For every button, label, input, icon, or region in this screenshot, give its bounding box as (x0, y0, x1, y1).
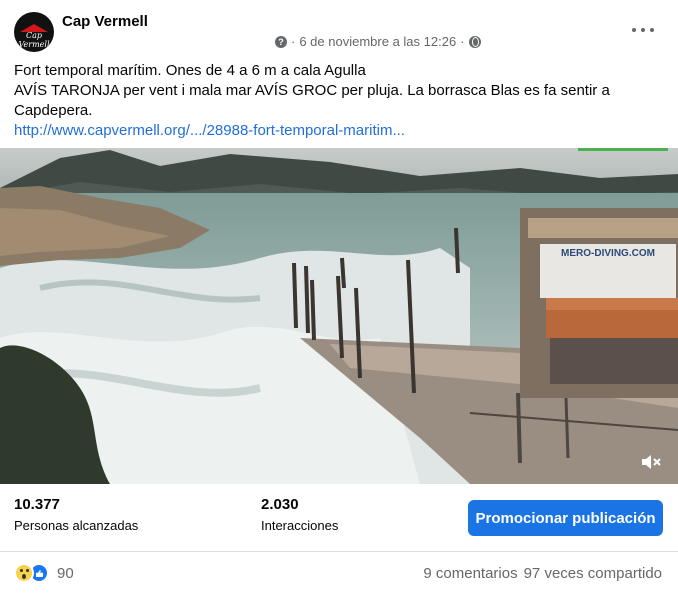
mute-icon[interactable] (640, 452, 664, 472)
reaction-count: 90 (57, 564, 74, 582)
engagement-counts: 9 comentarios 97 veces compartido (423, 565, 662, 582)
dive-shop-sign: MERO-DIVING.COM (561, 248, 655, 259)
avatar[interactable]: Cap Vermell (14, 12, 54, 52)
more-options-icon[interactable] (632, 22, 654, 38)
shares-count[interactable]: 97 veces compartido (524, 565, 662, 582)
reactions-summary[interactable]: 90 (14, 563, 74, 583)
reach-label: Personas alcanzadas (14, 518, 139, 533)
post-footer: 90 9 comentarios 97 veces compartido (0, 553, 678, 595)
reach-value: 10.377 (14, 496, 60, 513)
video-frame: MERO-DIVING.COM (0, 148, 678, 484)
post-insights: 10.377 Personas alcanzadas 2.030 Interac… (0, 484, 678, 552)
interactions-stat: 2.030 Interacciones (261, 496, 338, 533)
post-video[interactable]: MERO-DIVING.COM (0, 148, 678, 484)
comments-count[interactable]: 9 comentarios (423, 565, 517, 582)
interactions-value: 2.030 (261, 496, 299, 513)
post-text-line2: AVÍS TARONJA per vent i mala mar AVÍS GR… (14, 82, 610, 119)
post-header: Cap Vermell Cap Vermell ? · 6 de noviemb… (0, 0, 678, 60)
meta-separator-2: · (460, 34, 465, 49)
post-text-line1: Fort temporal marítim. Ones de 4 a 6 m a… (14, 62, 366, 79)
post-meta: ? · 6 de noviembre a las 12:26 · (275, 34, 481, 49)
meta-separator: · (291, 34, 296, 49)
post-link[interactable]: http://www.capvermell.org/.../28988-fort… (14, 121, 664, 141)
interactions-label: Interacciones (261, 518, 339, 533)
globe-icon (468, 35, 481, 48)
wow-reaction-icon (14, 563, 34, 583)
post-text: Fort temporal marítim. Ones de 4 a 6 m a… (14, 61, 664, 141)
page-name[interactable]: Cap Vermell (62, 13, 148, 30)
promote-post-button[interactable]: Promocionar publicación (468, 500, 663, 536)
post-date[interactable]: 6 de noviembre a las 12:26 (299, 34, 456, 49)
avatar-wordmark: Cap Vermell (18, 31, 50, 49)
privacy-icon: ? (275, 35, 287, 48)
facebook-post: Cap Vermell Cap Vermell ? · 6 de noviemb… (0, 0, 678, 595)
reach-stat: 10.377 Personas alcanzadas (14, 496, 138, 533)
